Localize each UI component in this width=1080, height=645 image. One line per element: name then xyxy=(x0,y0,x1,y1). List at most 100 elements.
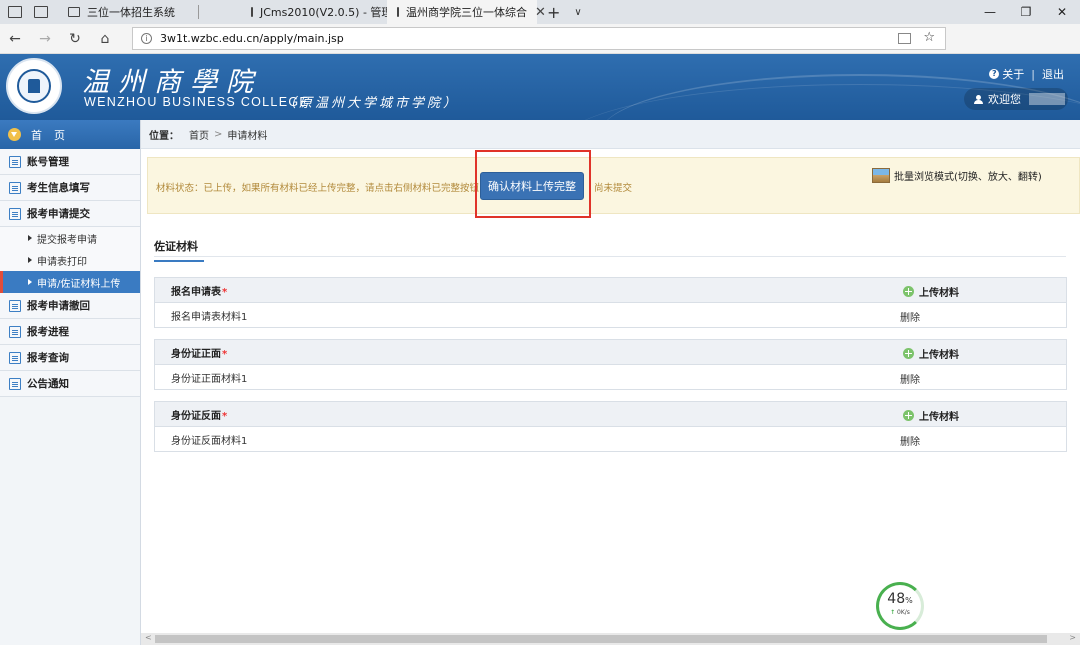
material-file-name[interactable]: 报名申请表材料1 xyxy=(171,308,247,323)
sidebar-item-label: 报考申请提交 xyxy=(27,208,90,220)
image-icon xyxy=(872,168,890,183)
address-toolbar: ← → ↻ ⌂ i 3w1t.wzbc.edu.cn/apply/main.js… xyxy=(0,24,1080,71)
maximize-button[interactable]: ❐ xyxy=(1008,5,1044,19)
tab-title: 三位一体招生系统 xyxy=(87,6,175,19)
favorite-star-icon[interactable]: ☆ xyxy=(923,30,935,45)
address-bar[interactable]: i 3w1t.wzbc.edu.cn/apply/main.jsp ☆ xyxy=(132,27,946,50)
browser-tab[interactable]: 三位一体招生系统 xyxy=(58,0,198,24)
network-speed-widget[interactable]: 48% ↑ 0K/s xyxy=(876,582,924,630)
set-aside-tabs-icon[interactable] xyxy=(34,6,48,18)
delete-link[interactable]: 删除 xyxy=(900,309,920,324)
tab-title: 温州商学院三位一体综合 xyxy=(406,6,527,19)
welcome-badge: 欢迎您 xyxy=(964,88,1068,110)
upload-material-button[interactable]: 上传材料 xyxy=(903,346,959,361)
tab-preview-toggle[interactable]: ∨ xyxy=(574,7,581,18)
sidebar-item-label: 账号管理 xyxy=(27,156,69,168)
confirm-materials-button[interactable]: 确认材料上传完整 xyxy=(480,172,584,200)
main-content: 位置： 首页 > 申请材料 材料状态：已上传，如果所有材料已经上传完整，请点击右… xyxy=(141,120,1080,645)
logo-emblem xyxy=(17,69,51,103)
browser-tab-active[interactable]: 温州商学院三位一体综合 ✕ xyxy=(387,0,546,24)
material-file-name[interactable]: 身份证正面材料1 xyxy=(171,370,247,385)
sidebar-subitem-label: 申请/佐证材料上传 xyxy=(37,278,121,290)
material-file-name[interactable]: 身份证反面材料1 xyxy=(171,432,247,447)
sidebar-item-label: 报考进程 xyxy=(27,326,69,338)
sidebar-item-label: 报考查询 xyxy=(27,352,69,364)
required-mark: * xyxy=(222,410,228,422)
user-icon xyxy=(974,94,983,104)
section-divider xyxy=(154,256,1066,257)
top-links: ? 关于 | 退出 xyxy=(989,66,1064,82)
material-block-id-front: 身份证正面* 上传材料 身份证正面材料1 删除 xyxy=(154,339,1067,390)
sidebar-item-withdraw[interactable]: 报考申请撤回 xyxy=(0,293,140,319)
material-title-text: 身份证正面 xyxy=(171,348,221,360)
new-tab-button[interactable]: + xyxy=(547,3,560,22)
welcome-text: 欢迎您 xyxy=(988,93,1021,106)
sidebar-item-candidate-info[interactable]: 考生信息填写 xyxy=(0,175,140,201)
upload-label: 上传材料 xyxy=(919,350,959,361)
refresh-button[interactable]: ↻ xyxy=(60,31,90,47)
scroll-left-icon[interactable]: < xyxy=(145,633,152,642)
batch-browse-link[interactable]: 批量浏览模式(切换、放大、翻转) xyxy=(872,168,1042,183)
sidebar-item-query[interactable]: 报考查询 xyxy=(0,345,140,371)
sidebar-item-label: 考生信息填写 xyxy=(27,182,90,194)
home-button[interactable]: ⌂ xyxy=(90,31,120,47)
material-file-row: 身份证反面材料1 删除 xyxy=(155,427,1066,451)
reading-view-icon[interactable] xyxy=(898,33,911,44)
tab-list-icon[interactable] xyxy=(8,6,22,18)
material-title-text: 报名申请表 xyxy=(171,286,221,298)
close-tab-icon[interactable]: ✕ xyxy=(535,5,546,20)
home-toggle-icon xyxy=(8,128,21,141)
link-separator: | xyxy=(1031,67,1035,81)
close-window-button[interactable]: ✕ xyxy=(1044,5,1080,19)
sidebar-item-account[interactable]: 账号管理 xyxy=(0,149,140,175)
sidebar-item-progress[interactable]: 报考进程 xyxy=(0,319,140,345)
tab-supporting-materials[interactable]: 佐证材料 xyxy=(154,238,204,262)
site-info-icon[interactable]: i xyxy=(141,33,152,44)
sidebar-subitem-label: 提交报考申请 xyxy=(37,234,97,246)
upload-material-button[interactable]: 上传材料 xyxy=(903,284,959,299)
forward-button[interactable]: → xyxy=(30,31,60,47)
sidebar-subitem-submit-application[interactable]: 提交报考申请 xyxy=(0,227,140,249)
logout-link[interactable]: 退出 xyxy=(1042,66,1064,82)
required-mark: * xyxy=(222,286,228,298)
add-icon xyxy=(903,410,914,421)
edit-icon xyxy=(9,181,21,194)
sidebar-home[interactable]: 首页 xyxy=(0,120,140,149)
url-text[interactable]: 3w1t.wzbc.edu.cn/apply/main.jsp xyxy=(160,32,344,45)
breadcrumb-current: 申请材料 xyxy=(227,130,268,142)
caret-right-icon xyxy=(28,279,32,285)
school-name-cn: 温州商學院 xyxy=(82,67,262,98)
scroll-right-icon[interactable]: > xyxy=(1069,633,1076,642)
breadcrumb-home[interactable]: 首页 xyxy=(189,127,209,142)
sidebar-subitem-upload-materials[interactable]: 申请/佐证材料上传 xyxy=(0,271,140,293)
caret-right-icon xyxy=(28,235,32,241)
add-icon xyxy=(903,348,914,359)
upload-material-button[interactable]: 上传材料 xyxy=(903,408,959,423)
tab-separator xyxy=(198,5,199,19)
speed-rate-value: 0K/s xyxy=(897,609,910,616)
sidebar-subitem-print-form[interactable]: 申请表打印 xyxy=(0,249,140,271)
scrollbar-thumb[interactable] xyxy=(155,635,1047,643)
back-button[interactable]: ← xyxy=(0,31,30,47)
speed-percent-value: 48 xyxy=(887,591,906,607)
sidebar-item-application-submit[interactable]: 报考申请提交 xyxy=(0,201,140,227)
status-text: 材料状态：已上传，如果所有材料已经上传完整，请点击右侧材料已完整按钮！ xyxy=(156,183,489,194)
message-icon xyxy=(9,377,21,390)
school-logo xyxy=(6,58,62,114)
sidebar-item-label: 公告通知 xyxy=(27,378,69,390)
delete-link[interactable]: 删除 xyxy=(900,433,920,448)
minimize-button[interactable]: — xyxy=(972,5,1008,19)
browser-tab[interactable]: JCms2010(V2.0.5) - 管理中心 xyxy=(241,0,414,24)
page-icon xyxy=(251,7,253,17)
horizontal-scrollbar[interactable]: < > xyxy=(141,633,1080,645)
sidebar-item-notices[interactable]: 公告通知 xyxy=(0,371,140,397)
school-former-name: （原温州大学城市学院） xyxy=(283,96,460,111)
window-controls: — ❐ ✕ xyxy=(972,0,1080,24)
speed-rate: ↑ 0K/s xyxy=(879,609,921,616)
caret-right-icon xyxy=(28,257,32,263)
sidebar-item-label: 报考申请撤回 xyxy=(27,300,90,312)
material-title-text: 身份证反面 xyxy=(171,410,221,422)
delete-link[interactable]: 删除 xyxy=(900,371,920,386)
calendar-icon xyxy=(9,351,21,364)
about-link[interactable]: 关于 xyxy=(1002,66,1024,82)
